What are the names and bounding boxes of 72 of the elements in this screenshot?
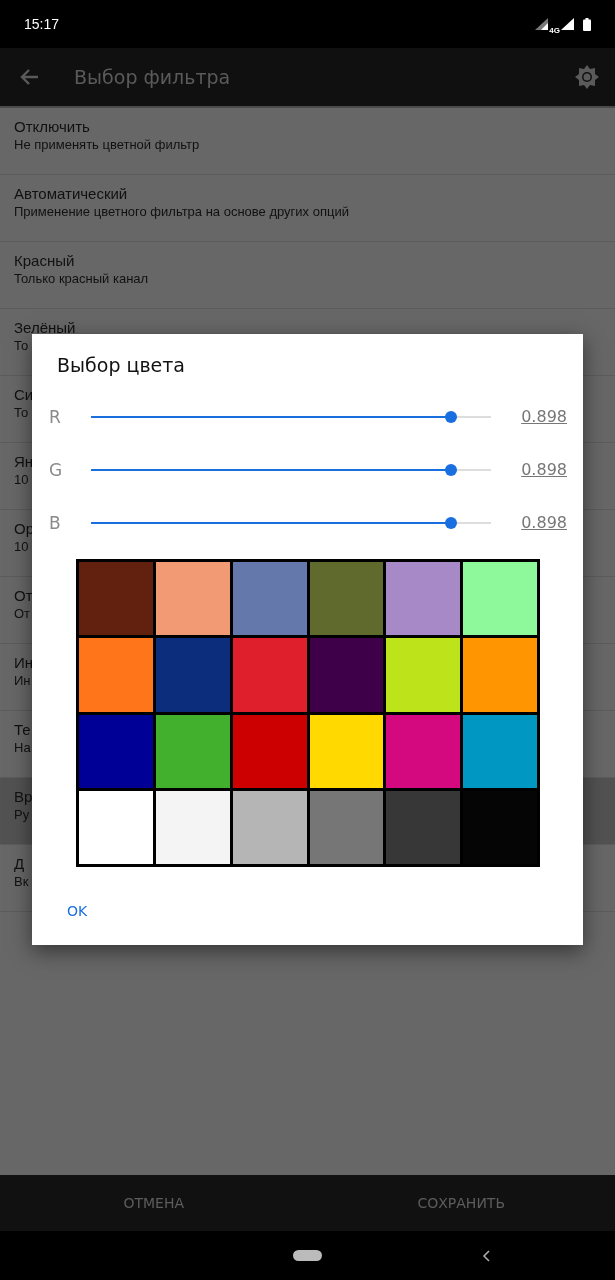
filter-title: Ян: [14, 453, 34, 470]
color-swatch[interactable]: [232, 714, 307, 788]
ok-button[interactable]: OK: [58, 897, 97, 925]
filter-description: Не применять цветной фильтр: [14, 137, 200, 152]
color-swatch[interactable]: [309, 562, 384, 636]
channel-label: B: [49, 512, 62, 533]
signal-icon: [561, 18, 574, 30]
filter-title: Си: [14, 386, 34, 403]
channel-value: 0.898: [521, 407, 567, 426]
color-swatch[interactable]: [232, 562, 307, 636]
slider-thumb[interactable]: [445, 463, 458, 476]
filter-description: Ру: [14, 807, 30, 822]
slider-thumb[interactable]: [445, 516, 458, 529]
filter-title: Д: [14, 855, 25, 872]
channel-value: 0.898: [521, 513, 567, 532]
back-chevron-icon[interactable]: [482, 1250, 490, 1262]
status-time: 15:17: [24, 16, 60, 32]
dialog-title: Выбор цвета: [57, 354, 186, 376]
filter-description: Ин: [14, 673, 31, 688]
color-swatch[interactable]: [463, 638, 537, 712]
filter-item[interactable]: Автоматический Применение цветного фильтра на основе других опций: [0, 175, 615, 242]
back-arrow-icon[interactable]: [19, 68, 39, 86]
signal-icon: [535, 18, 549, 30]
color-swatch[interactable]: [155, 790, 230, 864]
filter-title: Те: [14, 721, 31, 738]
filter-title: Красный: [14, 252, 75, 269]
color-swatch[interactable]: [309, 638, 384, 712]
color-swatch[interactable]: [386, 790, 461, 864]
channel-label: R: [49, 406, 62, 427]
slider-thumb[interactable]: [445, 410, 458, 423]
filter-description: Вк: [14, 874, 29, 889]
color-swatch[interactable]: [232, 638, 307, 712]
bottom-bar-button[interactable]: СОХРАНИТЬ: [307, 1175, 615, 1231]
battery-icon: [583, 17, 591, 31]
color-swatch[interactable]: [79, 638, 153, 712]
color-swatch[interactable]: [386, 562, 461, 636]
filter-title: Отключить: [14, 118, 90, 135]
network-type: 4G: [549, 25, 560, 35]
filter-title: Вр: [14, 788, 33, 805]
color-swatch[interactable]: [309, 790, 384, 864]
color-swatch[interactable]: [79, 714, 153, 788]
filter-description: 10: [14, 472, 29, 487]
channel-value: 0.898: [521, 460, 567, 479]
color-swatch[interactable]: [386, 714, 461, 788]
filter-description: Только красный канал: [14, 271, 149, 286]
bottom-bar-button[interactable]: ОТМЕНА: [0, 1175, 308, 1231]
filter-description: То: [14, 405, 29, 420]
filter-description: От: [14, 606, 31, 621]
home-pill-icon[interactable]: [293, 1250, 322, 1261]
color-swatch[interactable]: [155, 562, 230, 636]
screen-title: Выбор фильтра: [74, 66, 232, 88]
channel-label: G: [49, 459, 64, 480]
color-swatch[interactable]: [463, 714, 537, 788]
filter-title: Автоматический: [14, 185, 128, 202]
filter-description: 10: [14, 539, 29, 554]
filter-description: Применение цветного фильтра на основе других опций: [14, 204, 349, 219]
filter-description: То: [14, 338, 29, 353]
color-swatch[interactable]: [79, 790, 153, 864]
filter-title: От: [14, 587, 33, 604]
color-swatch[interactable]: [463, 562, 537, 636]
filter-title: Зелёный: [14, 319, 76, 336]
filter-item[interactable]: Отключить Не применять цветной фильтр: [0, 108, 615, 175]
color-swatch[interactable]: [79, 562, 153, 636]
color-swatch[interactable]: [386, 638, 461, 712]
filter-title: Ин: [14, 654, 34, 671]
color-swatch[interactable]: [155, 714, 230, 788]
color-swatch[interactable]: [155, 638, 230, 712]
settings-icon[interactable]: [575, 65, 599, 89]
color-swatch[interactable]: [232, 790, 307, 864]
filter-description: На: [14, 740, 31, 755]
filter-item[interactable]: Красный Только красный канал: [0, 242, 615, 309]
color-swatch[interactable]: [309, 714, 384, 788]
